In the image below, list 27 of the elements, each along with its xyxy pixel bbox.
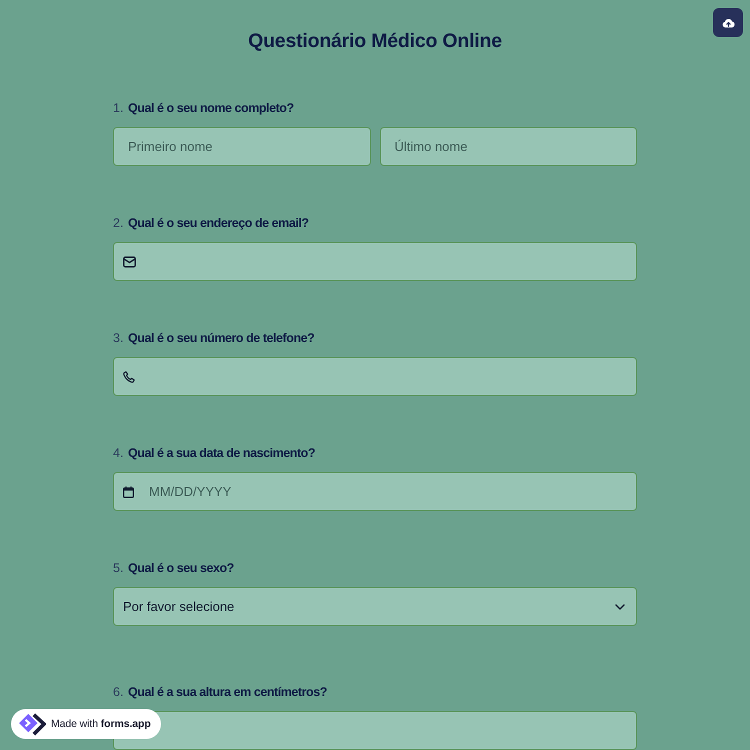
gender-dropdown[interactable]: Por favor selecione <box>113 587 637 626</box>
question-number: 6. <box>113 684 124 700</box>
question-number: 5. <box>113 560 124 576</box>
name-field[interactable]: Último nome <box>380 127 637 166</box>
name-field[interactable]: Primeiro nome <box>113 127 370 166</box>
question-label: Qual é o seu endereço de email? <box>128 215 309 231</box>
question-number: 4. <box>113 445 124 461</box>
form-title: Questionário Médico Online <box>247 29 503 54</box>
chevron-down-icon <box>615 604 625 610</box>
question-label: Qual é o seu sexo? <box>128 560 234 576</box>
phone-field[interactable] <box>113 357 637 396</box>
question-label: Qual é o seu número de telefone? <box>128 330 314 346</box>
question-number: 3. <box>113 330 124 346</box>
question-label: Qual é a sua data de nascimento? <box>128 445 316 461</box>
upload-button[interactable] <box>713 8 743 37</box>
phone-icon <box>123 370 135 382</box>
date-field[interactable]: MM/DD/YYYY <box>113 472 637 511</box>
logo-icon <box>18 712 46 736</box>
made-with-badge[interactable]: Made with forms.app <box>11 709 161 739</box>
question-number: 2. <box>113 215 124 231</box>
question-label: Qual é o seu nome completo? <box>128 100 294 116</box>
calendar-icon <box>123 486 134 498</box>
cloud-upload-icon <box>722 18 734 28</box>
question-label: Qual é a sua altura em centímetros? <box>128 684 327 700</box>
envelope-icon <box>123 256 136 267</box>
question-number: 1. <box>113 100 124 116</box>
email-field[interactable] <box>113 242 637 281</box>
